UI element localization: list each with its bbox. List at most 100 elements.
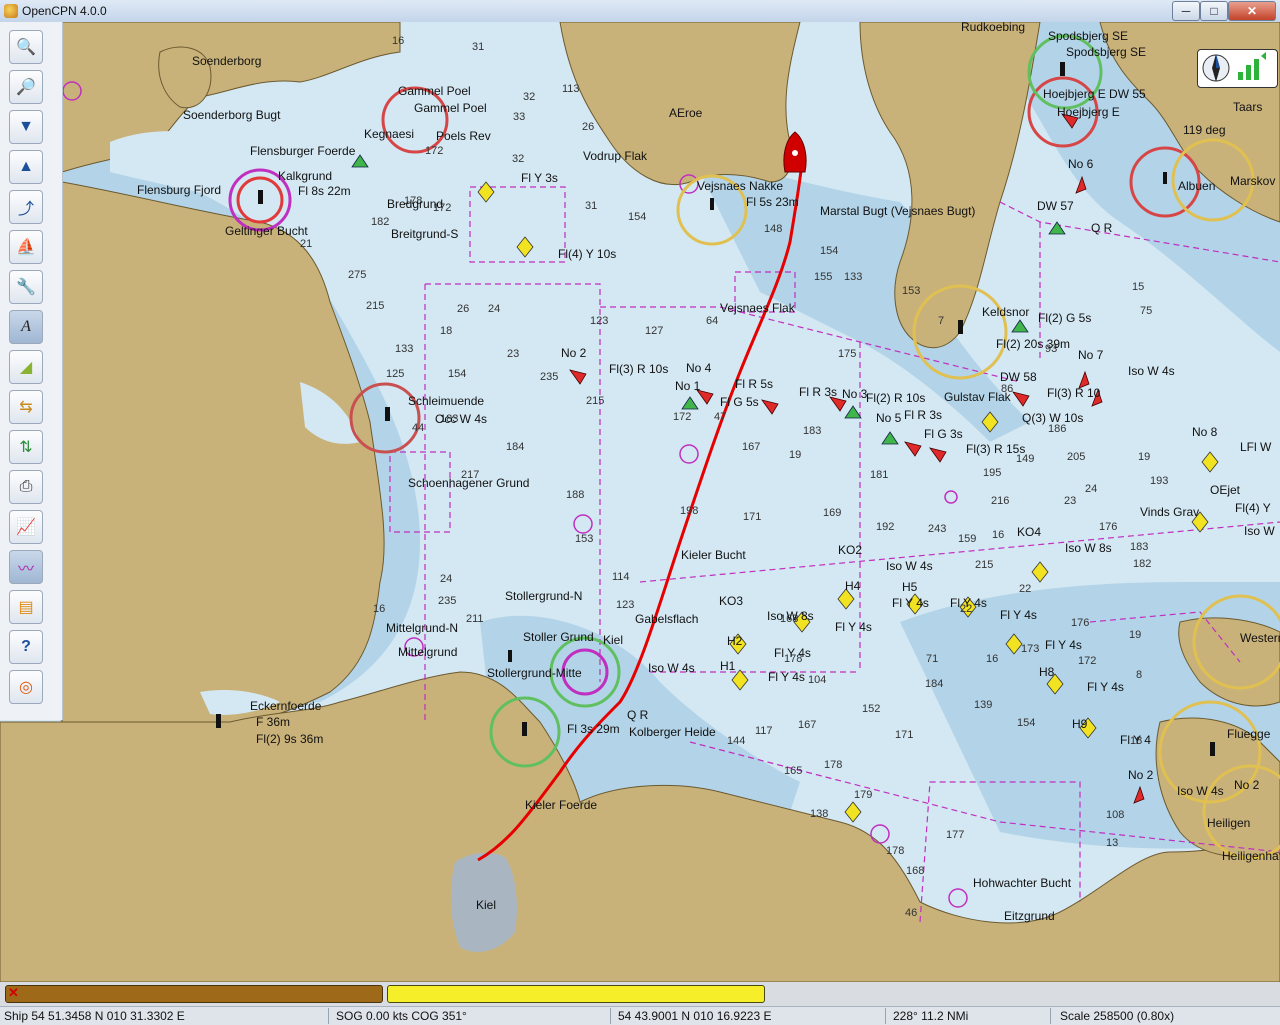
svg-text:Q(3) W 10s: Q(3) W 10s [1022,411,1083,425]
svg-text:No 4: No 4 [686,361,712,375]
help-button[interactable]: ? [9,630,43,664]
svg-text:Hoejbjerg E: Hoejbjerg E [1057,105,1120,119]
svg-text:No 3: No 3 [842,387,868,401]
zoom-out-button[interactable]: 🔎 [9,70,43,104]
svg-text:Fl(3) R 10: Fl(3) R 10 [1047,386,1101,400]
print-button[interactable]: ⎙ [9,470,43,504]
svg-text:Heiligenhafen: Heiligenhafen [1222,849,1280,863]
svg-text:175: 175 [838,348,856,360]
settings-button[interactable]: 🔧 [9,270,43,304]
svg-text:Fluegge: Fluegge [1227,727,1271,741]
svg-text:154: 154 [628,211,646,223]
chart-quilt-key-1[interactable] [5,985,383,1003]
svg-text:Vinds Grav: Vinds Grav [1140,505,1199,519]
chart-quilt-key-2[interactable] [387,985,765,1003]
svg-text:16: 16 [986,653,998,665]
svg-text:Flensburg Fjord: Flensburg Fjord [137,183,221,197]
svg-text:Soenderborg Bugt: Soenderborg Bugt [183,108,281,122]
text-toggle-button[interactable]: A [9,310,43,344]
svg-text:Fl G 5s: Fl G 5s [720,395,759,409]
svg-text:Fl 3s 29m: Fl 3s 29m [567,722,620,736]
svg-text:Fl Y 4s: Fl Y 4s [1045,638,1082,652]
svg-text:215: 215 [366,300,384,312]
svg-text:Gabelsflach: Gabelsflach [635,612,698,626]
svg-text:Hohwachter Bucht: Hohwachter Bucht [973,876,1072,890]
svg-text:117: 117 [755,725,773,737]
cursor-position: 54 43.9001 N 010 16.9223 E [618,1009,772,1023]
svg-text:275: 275 [348,269,366,281]
svg-text:8: 8 [1136,669,1142,681]
current-button[interactable]: ⇅ [9,430,43,464]
svg-text:Fl R 5s: Fl R 5s [735,377,773,391]
svg-text:Fl Y 3s: Fl Y 3s [521,171,558,185]
svg-text:Fl Y 4s: Fl Y 4s [774,646,811,660]
svg-text:16: 16 [992,529,1004,541]
svg-text:167: 167 [742,441,760,453]
svg-text:178: 178 [824,759,842,771]
svg-text:H2: H2 [727,634,743,648]
svg-text:Fl R 3s: Fl R 3s [799,385,837,399]
svg-text:AEroe: AEroe [669,106,703,120]
svg-text:172: 172 [673,411,691,423]
north-arrow-icon [1202,52,1266,82]
chart-bar: ✕ [0,982,1280,1006]
svg-text:No 2: No 2 [1128,768,1154,782]
scale-out-button[interactable]: ▲ [9,150,43,184]
auto-follow-button[interactable]: ⛵ [9,230,43,264]
svg-text:195: 195 [983,467,1001,479]
create-route-button[interactable]: ⤴ [9,190,43,224]
color-scheme-button[interactable]: ▤ [9,590,43,624]
svg-text:32: 32 [512,153,524,165]
svg-text:DW 57: DW 57 [1037,199,1074,213]
svg-text:16: 16 [392,35,404,47]
svg-text:176: 176 [1071,617,1089,629]
svg-text:Vejsnaes Nakke: Vejsnaes Nakke [697,179,783,193]
svg-text:No 1: No 1 [675,379,701,393]
svg-text:31: 31 [585,200,597,212]
svg-text:211: 211 [466,613,484,625]
track-button[interactable]: 〰 [9,550,43,584]
maximize-button[interactable]: □ [1200,1,1228,21]
svg-text:119 deg: 119 deg [1183,123,1226,137]
svg-text:22: 22 [1019,583,1031,595]
svg-text:127: 127 [645,325,663,337]
svg-text:172: 172 [425,145,443,157]
svg-text:123: 123 [590,315,608,327]
svg-text:Kalkgrund: Kalkgrund [278,169,332,183]
svg-text:125: 125 [386,368,404,380]
svg-text:Kieler Foerde: Kieler Foerde [525,798,597,812]
nautical-chart[interactable]: 31 16 113 32 33 26 32 172 31 154 148 154 155 133 1… [0,22,1280,982]
svg-text:Kegnaesi: Kegnaesi [364,127,414,141]
svg-text:139: 139 [974,699,992,711]
svg-text:243: 243 [928,523,946,535]
man-overboard-button[interactable]: ◎ [9,670,43,704]
svg-text:Iso W: Iso W [1244,524,1275,538]
svg-text:178: 178 [886,845,904,857]
app-icon [4,4,18,18]
svg-text:198: 198 [680,505,698,517]
svg-text:Heiligen: Heiligen [1207,816,1250,830]
minimize-button[interactable]: ─ [1172,1,1200,21]
current-tide-button[interactable]: ◢ [9,350,43,384]
svg-text:Q R: Q R [627,708,649,722]
zoom-in-button[interactable]: 🔍 [9,30,43,64]
svg-text:Kolberger Heide: Kolberger Heide [629,725,716,739]
scale-in-button[interactable]: ▼ [9,110,43,144]
svg-text:216: 216 [991,495,1009,507]
compass-widget[interactable] [1197,49,1278,88]
svg-text:188: 188 [566,489,584,501]
svg-text:153: 153 [575,533,593,545]
close-icon[interactable]: ✕ [8,986,19,1000]
svg-text:152: 152 [862,703,880,715]
svg-text:No 5: No 5 [876,411,902,425]
route-manager-button[interactable]: 📈 [9,510,43,544]
svg-text:26: 26 [457,303,469,315]
svg-text:Mittelgrund: Mittelgrund [398,645,457,659]
close-button[interactable]: ✕ [1228,1,1276,21]
svg-text:24: 24 [440,573,452,585]
svg-text:104: 104 [808,674,826,686]
svg-text:75: 75 [1140,305,1152,317]
chart-canvas[interactable]: 31 16 113 32 33 26 32 172 31 154 148 154 155 133 1… [0,22,1280,982]
svg-text:Fl Y 4s: Fl Y 4s [835,620,872,634]
tide-button[interactable]: ⇆ [9,390,43,424]
